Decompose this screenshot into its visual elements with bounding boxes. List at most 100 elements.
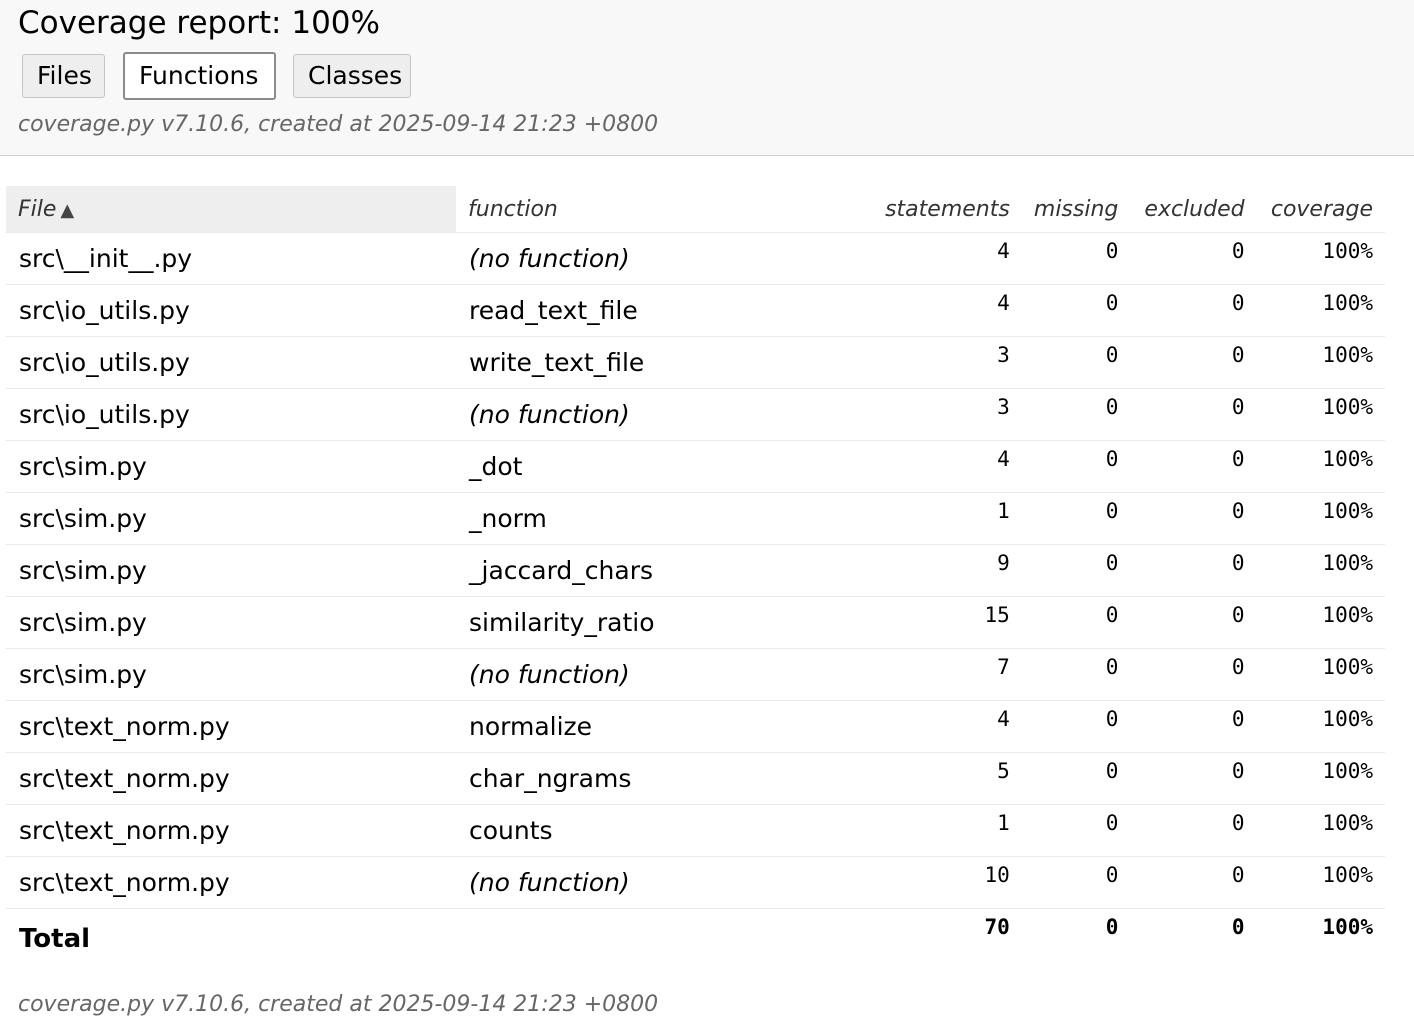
column-header-missing[interactable]: missing: [1021, 186, 1131, 233]
missing-cell: 0: [1021, 284, 1131, 337]
statements-cell: 4: [868, 232, 1022, 285]
table-row: src\io_utils.py read_text_file 4 0 0 100%: [6, 284, 1385, 337]
coverage-cell: 100%: [1256, 648, 1385, 701]
table-row: src\text_norm.py counts 1 0 0 100%: [6, 804, 1385, 857]
sort-ascending-icon: ▲: [60, 199, 75, 221]
statements-cell: 4: [868, 284, 1022, 337]
table-row: src\io_utils.py (no function) 3 0 0 100%: [6, 388, 1385, 441]
excluded-cell: 0: [1130, 752, 1257, 805]
excluded-cell: 0: [1130, 232, 1257, 285]
coverage-cell: 100%: [1256, 492, 1385, 545]
file-cell[interactable]: src\sim.py: [6, 440, 456, 493]
function-cell: _norm: [456, 492, 868, 545]
page-title: Coverage report: 100%: [18, 5, 380, 41]
missing-cell: 0: [1021, 336, 1131, 389]
function-cell: read_text_file: [456, 284, 868, 337]
file-cell[interactable]: src\io_utils.py: [6, 336, 456, 389]
report-header: Coverage report: 100% Files Functions Cl…: [0, 0, 1414, 156]
coverage-cell: 100%: [1256, 336, 1385, 389]
coverage-cell: 100%: [1256, 804, 1385, 857]
view-buttons: Files Functions Classes: [22, 52, 411, 100]
file-cell[interactable]: src\sim.py: [6, 544, 456, 597]
statements-cell: 7: [868, 648, 1022, 701]
statements-cell: 4: [868, 700, 1022, 753]
statements-cell: 4: [868, 440, 1022, 493]
coverage-cell: 100%: [1256, 752, 1385, 805]
missing-cell: 0: [1021, 232, 1131, 285]
coverage-cell: 100%: [1256, 232, 1385, 285]
column-header-statements[interactable]: statements: [868, 186, 1022, 233]
excluded-cell: 0: [1130, 492, 1257, 545]
classes-button[interactable]: Classes: [293, 54, 411, 98]
missing-cell: 0: [1021, 804, 1131, 857]
table-row: src\text_norm.py (no function) 10 0 0 100%: [6, 856, 1385, 909]
file-cell[interactable]: src\text_norm.py: [6, 856, 456, 909]
file-cell[interactable]: src\__init__.py: [6, 232, 456, 285]
table-row: src\sim.py similarity_ratio 15 0 0 100%: [6, 596, 1385, 649]
excluded-cell: 0: [1130, 388, 1257, 441]
excluded-cell: 0: [1130, 700, 1257, 753]
excluded-cell: 0: [1130, 596, 1257, 649]
table-row: src\text_norm.py char_ngrams 5 0 0 100%: [6, 752, 1385, 805]
missing-cell: 0: [1021, 492, 1131, 545]
column-header-function[interactable]: function: [456, 186, 868, 233]
function-cell: counts: [456, 804, 868, 857]
missing-cell: 0: [1021, 856, 1131, 909]
footer-meta: coverage.py v7.10.6, created at 2025-09-…: [18, 992, 659, 1017]
total-coverage: 100%: [1322, 915, 1373, 939]
coverage-cell: 100%: [1256, 596, 1385, 649]
file-cell[interactable]: src\text_norm.py: [6, 752, 456, 805]
column-header-file-label: File: [18, 196, 57, 222]
coverage-cell: 100%: [1256, 284, 1385, 337]
statements-cell: 1: [868, 804, 1022, 857]
total-statements: 70: [984, 915, 1010, 939]
excluded-cell: 0: [1130, 544, 1257, 597]
table-row: src\text_norm.py normalize 4 0 0 100%: [6, 700, 1385, 753]
statements-cell: 15: [868, 596, 1022, 649]
table-row: src\sim.py (no function) 7 0 0 100%: [6, 648, 1385, 701]
function-cell: _jaccard_chars: [456, 544, 868, 597]
files-button[interactable]: Files: [22, 54, 105, 98]
function-cell: normalize: [456, 700, 868, 753]
statements-cell: 10: [868, 856, 1022, 909]
file-cell[interactable]: src\text_norm.py: [6, 700, 456, 753]
function-cell: write_text_file: [456, 336, 868, 389]
file-cell[interactable]: src\io_utils.py: [6, 388, 456, 441]
coverage-cell: 100%: [1256, 700, 1385, 753]
excluded-cell: 0: [1130, 440, 1257, 493]
coverage-cell: 100%: [1256, 544, 1385, 597]
excluded-cell: 0: [1130, 856, 1257, 909]
table-row: src\sim.py _norm 1 0 0 100%: [6, 492, 1385, 545]
table-row: src\sim.py _jaccard_chars 9 0 0 100%: [6, 544, 1385, 597]
missing-cell: 0: [1021, 440, 1131, 493]
missing-cell: 0: [1021, 700, 1131, 753]
total-function-cell: [456, 909, 868, 970]
coverage-cell: 100%: [1256, 388, 1385, 441]
column-header-excluded[interactable]: excluded: [1130, 186, 1257, 233]
excluded-cell: 0: [1130, 284, 1257, 337]
total-missing: 0: [1105, 915, 1119, 939]
function-cell: (no function): [456, 648, 868, 701]
function-cell: (no function): [456, 388, 868, 441]
file-cell[interactable]: src\sim.py: [6, 596, 456, 649]
coverage-cell: 100%: [1256, 856, 1385, 909]
file-cell[interactable]: src\sim.py: [6, 648, 456, 701]
file-cell[interactable]: src\io_utils.py: [6, 284, 456, 337]
file-cell[interactable]: src\sim.py: [6, 492, 456, 545]
statements-cell: 5: [868, 752, 1022, 805]
missing-cell: 0: [1021, 752, 1131, 805]
excluded-cell: 0: [1130, 336, 1257, 389]
table-row: src\sim.py _dot 4 0 0 100%: [6, 440, 1385, 493]
total-row: Total 70 0 0 100%: [6, 909, 1385, 970]
coverage-cell: 100%: [1256, 440, 1385, 493]
column-header-file[interactable]: File ▲: [6, 186, 456, 233]
statements-cell: 1: [868, 492, 1022, 545]
table-header-row: File ▲ function statements missing exclud…: [6, 186, 1385, 233]
file-cell[interactable]: src\text_norm.py: [6, 804, 456, 857]
column-header-coverage[interactable]: coverage: [1256, 186, 1385, 233]
functions-button[interactable]: Functions: [123, 52, 276, 100]
excluded-cell: 0: [1130, 804, 1257, 857]
function-cell: char_ngrams: [456, 752, 868, 805]
function-cell: _dot: [456, 440, 868, 493]
table-body: src\__init__.py (no function) 4 0 0 100% src\i…: [6, 232, 1385, 970]
